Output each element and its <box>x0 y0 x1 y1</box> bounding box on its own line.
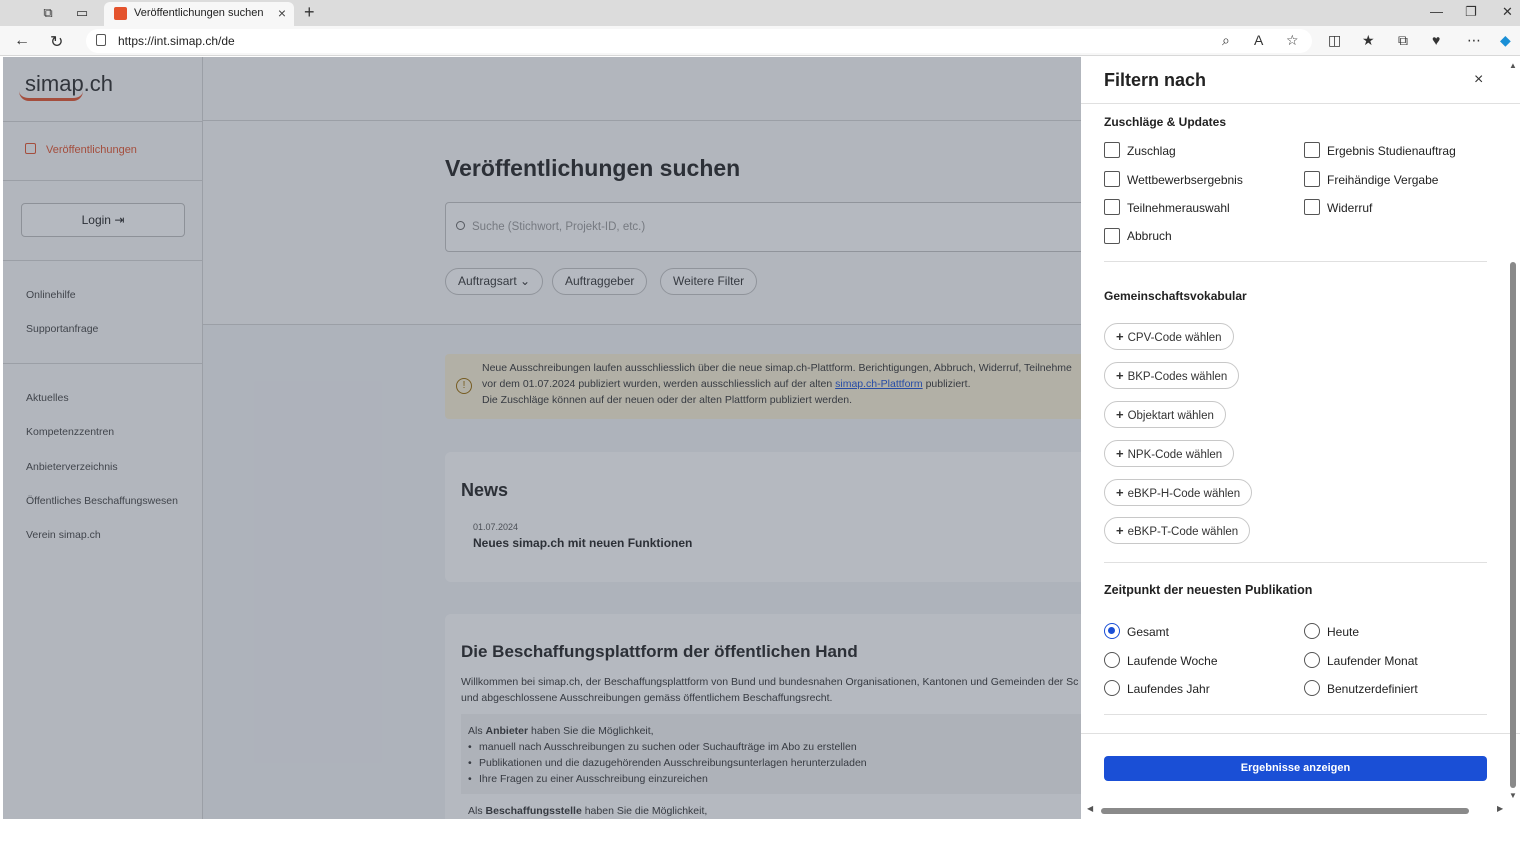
cpv-code-button[interactable]: + CPV-Code wählen <box>1104 323 1234 350</box>
simap-favicon-icon <box>114 7 127 20</box>
divider <box>1104 714 1487 715</box>
button-label: BKP-Codes wählen <box>1127 371 1228 383</box>
option-label: Laufende Woche <box>1127 654 1218 668</box>
tab-close-icon[interactable]: × <box>278 5 286 21</box>
back-icon[interactable]: ← <box>14 32 30 50</box>
option-label: Laufendes Jahr <box>1127 682 1210 696</box>
lock-icon <box>96 34 106 46</box>
button-label: NPK-Code wählen <box>1127 449 1223 461</box>
plus-icon: + <box>1116 446 1124 461</box>
tab-actions-icon[interactable]: ▭ <box>74 5 90 21</box>
radio-heute[interactable] <box>1304 623 1320 639</box>
window-close-icon[interactable]: ✕ <box>1502 4 1513 20</box>
scroll-down-icon[interactable]: ▼ <box>1509 791 1517 800</box>
plus-icon: + <box>1116 329 1124 344</box>
radio-laufende-woche[interactable] <box>1104 652 1120 668</box>
divider <box>1104 261 1487 262</box>
zoom-icon[interactable]: ⌕ <box>1222 32 1230 49</box>
checkbox-zuschlag[interactable] <box>1104 142 1120 158</box>
workspaces-icon[interactable]: ⧉ <box>40 5 56 21</box>
button-label: Objektart wählen <box>1127 410 1214 422</box>
option-label: Widerruf <box>1327 201 1373 215</box>
tab-title: Veröffentlichungen suchen <box>134 7 264 19</box>
vertical-scrollbar[interactable] <box>1510 262 1516 788</box>
section-title-zuschlaege: Zuschläge & Updates <box>1104 115 1227 129</box>
close-icon[interactable]: × <box>1474 71 1483 89</box>
button-label: eBKP-H-Code wählen <box>1127 488 1241 500</box>
radio-gesamt[interactable] <box>1104 623 1120 639</box>
divider <box>1081 733 1520 734</box>
divider <box>1081 103 1520 104</box>
ebkp-h-code-button[interactable]: + eBKP-H-Code wählen <box>1104 479 1253 506</box>
option-label: Freihändige Vergabe <box>1327 173 1439 187</box>
plus-icon: + <box>1116 485 1124 500</box>
section-title-vokabular: Gemeinschaftsvokabular <box>1104 289 1247 303</box>
filter-panel: Filtern nach × Zuschläge & Updates Zusch… <box>1081 57 1520 819</box>
copilot-icon[interactable]: ◆ <box>1500 32 1511 49</box>
bkp-code-button[interactable]: + BKP-Codes wählen <box>1104 362 1240 389</box>
option-label: Wettbewerbsergebnis <box>1127 173 1243 187</box>
checkbox-widerruf[interactable] <box>1304 199 1320 215</box>
url-text: https://int.simap.ch/de <box>118 34 235 48</box>
button-label: eBKP-T-Code wählen <box>1127 526 1239 538</box>
favorites-icon[interactable]: ★ <box>1362 32 1375 49</box>
scroll-left-icon[interactable]: ◀ <box>1087 804 1093 813</box>
reload-icon[interactable]: ↻ <box>50 32 63 52</box>
browser-address-bar: ← ↻ https://int.simap.ch/de ⌕ A ☆ ◫ ★ ⧉ … <box>0 26 1520 56</box>
section-title-zeitpunkt: Zeitpunkt der neuesten Publikation <box>1104 583 1313 597</box>
option-label: Gesamt <box>1127 625 1170 639</box>
plus-icon: + <box>1116 368 1124 383</box>
scroll-up-icon[interactable]: ▲ <box>1509 61 1517 70</box>
option-label: Teilnehmerauswahl <box>1127 201 1230 215</box>
option-label: Ergebnis Studienauftrag <box>1327 144 1456 158</box>
npk-code-button[interactable]: + NPK-Code wählen <box>1104 440 1235 467</box>
option-label: Laufender Monat <box>1327 654 1418 668</box>
checkbox-teilnehmerauswahl[interactable] <box>1104 199 1120 215</box>
option-label: Benutzerdefiniert <box>1327 682 1418 696</box>
radio-laufendes-jahr[interactable] <box>1104 680 1120 696</box>
collections-icon[interactable]: ⧉ <box>1398 32 1408 49</box>
radio-benutzerdefiniert[interactable] <box>1304 680 1320 696</box>
checkbox-ergebnis-studienauftrag[interactable] <box>1304 142 1320 158</box>
option-label: Abbruch <box>1127 229 1172 243</box>
objektart-button[interactable]: + Objektart wählen <box>1104 401 1226 428</box>
button-label: CPV-Code wählen <box>1127 332 1222 344</box>
panel-title: Filtern nach <box>1104 70 1207 90</box>
favorite-star-icon[interactable]: ☆ <box>1286 32 1299 49</box>
ebkp-t-code-button[interactable]: + eBKP-T-Code wählen <box>1104 517 1251 544</box>
checkbox-freihaendige-vergabe[interactable] <box>1304 171 1320 187</box>
radio-laufender-monat[interactable] <box>1304 652 1320 668</box>
minimize-icon[interactable]: — <box>1430 4 1443 19</box>
checkbox-abbruch[interactable] <box>1104 228 1120 244</box>
extensions-icon[interactable]: ♥ <box>1432 32 1440 48</box>
option-label: Zuschlag <box>1127 144 1176 158</box>
show-results-button[interactable]: Ergebnisse anzeigen <box>1104 756 1487 781</box>
option-label: Heute <box>1327 625 1360 639</box>
browser-tab-bar: ⧉ ▭ Veröffentlichungen suchen × + — ❐ ✕ <box>0 0 1520 26</box>
url-field[interactable]: https://int.simap.ch/de <box>86 29 1312 53</box>
maximize-icon[interactable]: ❐ <box>1465 4 1477 20</box>
divider <box>1104 562 1487 563</box>
checkbox-wettbewerbsergebnis[interactable] <box>1104 171 1120 187</box>
scroll-right-icon[interactable]: ▶ <box>1497 804 1503 813</box>
plus-icon: + <box>1116 407 1124 422</box>
horizontal-scrollbar[interactable] <box>1101 808 1469 814</box>
split-screen-icon[interactable]: ◫ <box>1328 32 1341 49</box>
plus-icon: + <box>1116 523 1124 538</box>
read-aloud-icon[interactable]: A <box>1254 32 1263 48</box>
menu-dots-icon[interactable]: ⋯ <box>1467 32 1481 49</box>
new-tab-button[interactable]: + <box>304 2 315 23</box>
page-viewport: simap.ch Veröffentlichungen Login ⇥ Onli… <box>3 57 1520 819</box>
browser-tab[interactable]: Veröffentlichungen suchen × <box>104 2 294 26</box>
